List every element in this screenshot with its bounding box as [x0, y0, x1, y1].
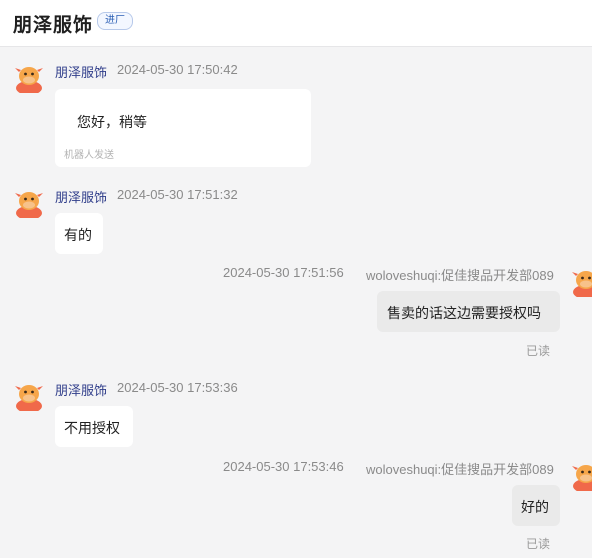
message-time: 2024-05-30 17:50:42 — [117, 62, 238, 77]
message-time: 2024-05-30 17:51:32 — [117, 187, 238, 202]
message-text: 好的 — [521, 499, 549, 515]
message-text: 售卖的话这边需要授权吗 — [387, 305, 541, 321]
cow-avatar-icon[interactable] — [13, 379, 45, 411]
message-time: 2024-05-30 17:53:46 — [223, 459, 344, 474]
message-bubble-self[interactable]: 好的 — [512, 485, 560, 526]
shop-badge[interactable]: 进厂 — [97, 12, 133, 30]
message-text: 不用授权 — [64, 420, 120, 436]
message-text: 有的 — [64, 227, 92, 243]
sender-name[interactable]: 朋泽服饰 — [55, 187, 107, 206]
shop-title: 朋泽服饰 — [13, 15, 94, 36]
cow-avatar-icon[interactable] — [570, 265, 592, 297]
message-bubble[interactable]: 不用授权 — [55, 406, 133, 447]
chat-header: 朋泽服饰 进厂 — [0, 0, 592, 47]
cow-avatar-icon[interactable] — [13, 186, 45, 218]
cow-avatar-icon[interactable] — [13, 61, 45, 93]
read-status: 已读 — [526, 537, 551, 551]
message-time: 2024-05-30 17:53:36 — [117, 380, 238, 395]
bot-sent-note: 机器人发送 — [64, 150, 114, 161]
sender-name: woloveshuqi:促佳搜品开发部089 — [366, 268, 554, 283]
message-time: 2024-05-30 17:51:56 — [223, 265, 344, 280]
read-status: 已读 — [526, 344, 551, 358]
sender-name[interactable]: 朋泽服饰 — [55, 62, 107, 81]
cow-avatar-icon[interactable] — [570, 459, 592, 491]
message-text: 您好，稍等 — [77, 114, 147, 130]
message-bubble[interactable]: 有的 — [55, 213, 103, 254]
message-bubble-self[interactable]: 售卖的话这边需要授权吗 — [377, 291, 560, 332]
sender-name: woloveshuqi:促佳搜品开发部089 — [366, 462, 554, 477]
sender-name[interactable]: 朋泽服饰 — [55, 380, 107, 399]
message-bubble[interactable]: 您好，稍等 机器人发送 — [55, 89, 311, 167]
